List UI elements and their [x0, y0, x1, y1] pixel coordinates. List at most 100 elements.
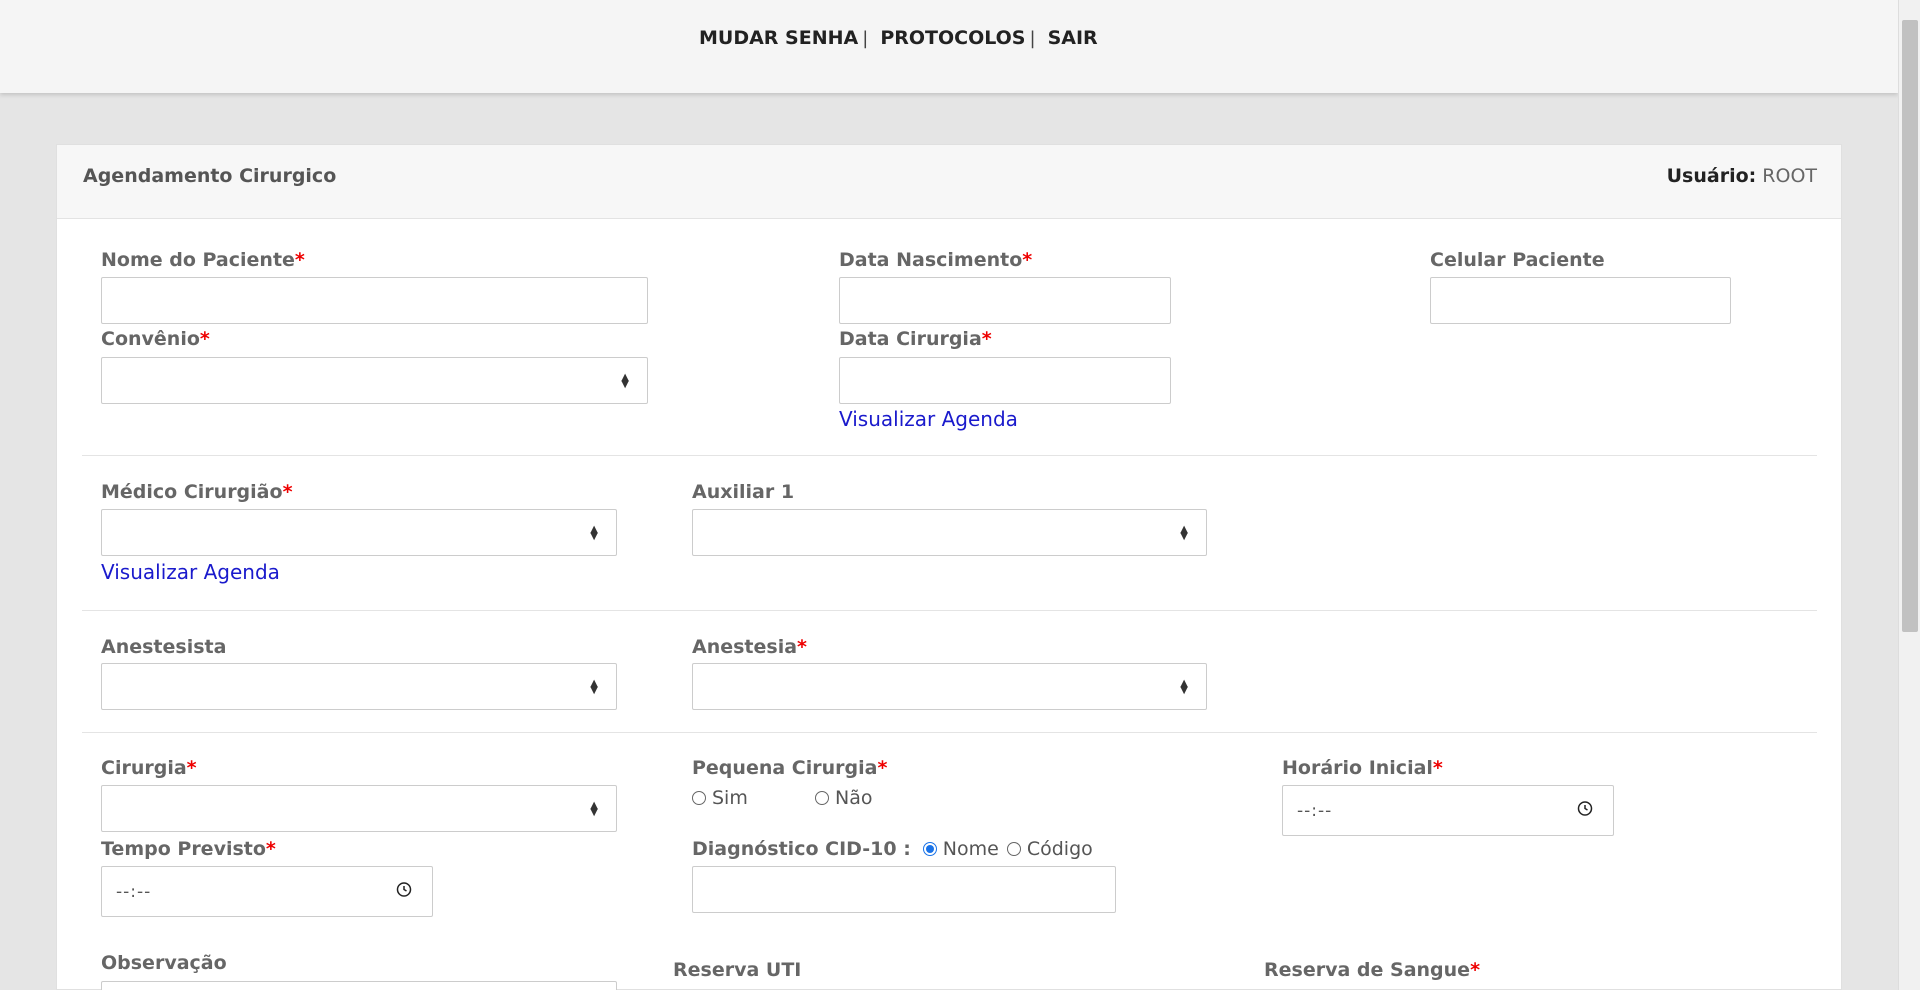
- radio-yes[interactable]: [692, 791, 706, 805]
- select-arrows-icon: ▲ ▼: [1180, 523, 1188, 542]
- start-time-label: Horário Inicial*: [1282, 757, 1443, 779]
- label-text: Convênio: [101, 328, 200, 350]
- time-placeholder: --:--: [116, 881, 152, 902]
- label-text: Data Nascimento: [839, 249, 1023, 271]
- radio-label: Não: [835, 787, 873, 809]
- blood-reserve-label: Reserva de Sangue*: [1264, 959, 1480, 981]
- required-mark: *: [265, 838, 276, 860]
- radio-no[interactable]: [815, 791, 829, 805]
- select-arrows-icon: ▲ ▼: [590, 677, 598, 696]
- label-text: Pequena Cirurgia: [692, 757, 878, 779]
- birth-date-input[interactable]: [839, 277, 1171, 324]
- minor-surgery-no-option[interactable]: Não: [815, 787, 872, 809]
- surgeon-label: Médico Cirurgião*: [101, 481, 293, 503]
- anesthesia-select[interactable]: ▲ ▼: [692, 663, 1207, 710]
- clock-icon[interactable]: [396, 881, 412, 902]
- expected-time-label: Tempo Previsto*: [101, 838, 276, 860]
- required-mark: *: [981, 328, 992, 350]
- label-text: Anestesista: [101, 636, 227, 658]
- radio-label: Sim: [712, 787, 748, 809]
- surgery-select[interactable]: ▲ ▼: [101, 785, 617, 832]
- minor-surgery-yes-option[interactable]: Sim: [692, 787, 748, 809]
- patient-phone-input[interactable]: [1430, 277, 1731, 324]
- label-text: Auxiliar 1: [692, 481, 795, 503]
- minor-surgery-label: Pequena Cirurgia*: [692, 757, 887, 779]
- required-mark: *: [282, 481, 293, 503]
- required-mark: *: [797, 636, 807, 658]
- select-arrows-icon: ▲ ▼: [590, 523, 598, 542]
- surgery-label: Cirurgia*: [101, 757, 197, 779]
- select-arrows-icon: ▲ ▼: [590, 799, 598, 818]
- patient-phone-label: Celular Paciente: [1430, 249, 1605, 271]
- diagnosis-row: Diagnóstico CID-10 : Nome Código: [692, 838, 1093, 860]
- section-divider: [82, 610, 1817, 611]
- anesthetist-label: Anestesista: [101, 636, 226, 658]
- label-text: Celular Paciente: [1430, 249, 1605, 271]
- diagnosis-name-option[interactable]: Nome: [922, 838, 999, 860]
- assistant1-select[interactable]: ▲ ▼: [692, 509, 1207, 556]
- scrollbar-thumb[interactable]: [1902, 20, 1918, 632]
- time-placeholder: --:--: [1297, 800, 1333, 821]
- required-mark: *: [1432, 757, 1443, 779]
- top-navbar: MUDAR SENHA | PROTOCOLOS | SAIR: [0, 0, 1898, 93]
- patient-name-input[interactable]: [101, 277, 648, 324]
- required-mark: *: [877, 757, 888, 779]
- top-nav: MUDAR SENHA | PROTOCOLOS | SAIR: [699, 27, 1098, 49]
- diagnosis-label: Diagnóstico CID-10 :: [692, 838, 911, 860]
- view-surgeon-schedule-link[interactable]: Visualizar Agenda: [101, 560, 280, 584]
- label-text: Tempo Previsto: [101, 838, 266, 860]
- clock-icon[interactable]: [1577, 800, 1593, 821]
- diagnosis-code-option[interactable]: Código: [1006, 838, 1093, 860]
- anesthesia-label: Anestesia*: [692, 636, 807, 658]
- radio-name[interactable]: [922, 842, 937, 856]
- icu-reserve-label: Reserva UTI: [673, 959, 801, 981]
- scheduling-card: Agendamento Cirurgico Usuário: ROOT Nome…: [56, 144, 1842, 990]
- expected-time-input[interactable]: --:--: [101, 866, 433, 917]
- surgery-date-label: Data Cirurgia*: [839, 328, 992, 350]
- nav-separator: |: [1029, 27, 1036, 49]
- radio-label: Código: [1026, 838, 1093, 860]
- surgery-date-input[interactable]: [839, 357, 1171, 404]
- assistant1-label: Auxiliar 1: [692, 481, 794, 503]
- protocols-link[interactable]: PROTOCOLOS: [880, 27, 1025, 49]
- select-arrows-icon: ▲ ▼: [621, 371, 629, 390]
- radio-code[interactable]: [1006, 842, 1021, 856]
- user-value: ROOT: [1762, 165, 1817, 187]
- notes-input[interactable]: [101, 981, 617, 990]
- required-mark: *: [294, 249, 305, 271]
- patient-name-label: Nome do Paciente*: [101, 249, 305, 271]
- required-mark: *: [199, 328, 210, 350]
- birth-date-label: Data Nascimento*: [839, 249, 1032, 271]
- label-text: Cirurgia: [101, 757, 187, 779]
- section-divider: [82, 455, 1817, 456]
- logout-link[interactable]: SAIR: [1048, 27, 1098, 49]
- radio-label: Nome: [942, 838, 999, 860]
- insurance-label: Convênio*: [101, 328, 210, 350]
- surgeon-select[interactable]: ▲ ▼: [101, 509, 617, 556]
- label-text: Anestesia: [692, 636, 798, 658]
- label-text: Horário Inicial: [1282, 757, 1433, 779]
- required-mark: *: [186, 757, 197, 779]
- start-time-input[interactable]: --:--: [1282, 785, 1614, 836]
- label-text: Data Cirurgia: [839, 328, 982, 350]
- notes-label: Observação: [101, 952, 227, 974]
- required-mark: *: [1470, 959, 1480, 981]
- change-password-link[interactable]: MUDAR SENHA: [699, 27, 858, 49]
- label-text: Reserva UTI: [673, 959, 802, 981]
- label-text: Nome do Paciente: [101, 249, 295, 271]
- user-label: Usuário:: [1666, 165, 1757, 187]
- select-arrows-icon: ▲ ▼: [1180, 677, 1188, 696]
- required-mark: *: [1022, 249, 1033, 271]
- anesthetist-select[interactable]: ▲ ▼: [101, 663, 617, 710]
- label-text: Reserva de Sangue: [1264, 959, 1471, 981]
- insurance-select[interactable]: ▲ ▼: [101, 357, 648, 404]
- card-header: Agendamento Cirurgico Usuário: ROOT: [57, 145, 1841, 219]
- label-text: Médico Cirurgião: [101, 481, 283, 503]
- label-text: Observação: [101, 952, 227, 974]
- nav-separator: |: [862, 27, 869, 49]
- diagnosis-input[interactable]: [692, 866, 1116, 913]
- vertical-scrollbar[interactable]: [1898, 0, 1920, 990]
- view-schedule-link[interactable]: Visualizar Agenda: [839, 407, 1018, 431]
- user-info: Usuário: ROOT: [1667, 165, 1817, 187]
- page-title: Agendamento Cirurgico: [83, 165, 337, 187]
